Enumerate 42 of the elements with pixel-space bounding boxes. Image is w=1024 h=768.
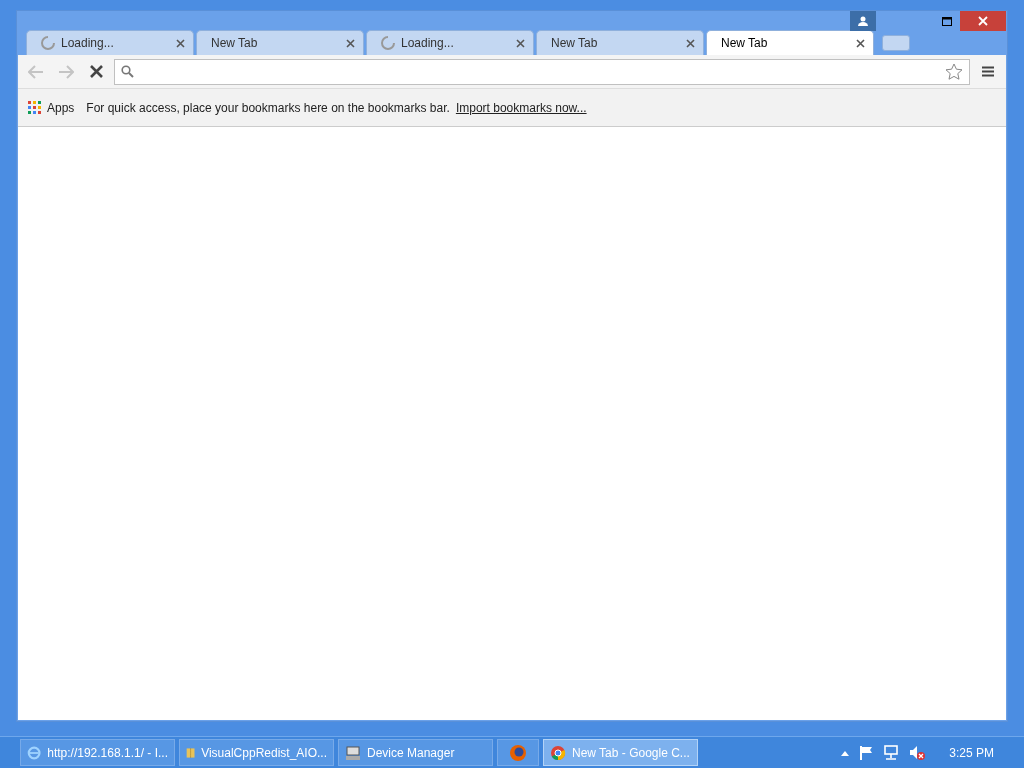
forward-arrow-icon — [58, 64, 74, 79]
tab-title: Loading... — [401, 36, 455, 50]
flag-icon[interactable] — [859, 745, 874, 760]
star-icon[interactable] — [945, 62, 963, 81]
person-icon — [858, 16, 868, 26]
close-icon[interactable] — [176, 38, 185, 48]
up-caret-icon[interactable] — [841, 749, 850, 756]
close-icon[interactable] — [856, 38, 865, 48]
clock-text[interactable]: 3:25 PM — [949, 745, 994, 760]
computer-icon — [345, 744, 361, 761]
back-arrow-icon — [28, 64, 44, 79]
bookmarks-hint-text: For quick access, place your bookmarks here on the bookmarks bar. — [86, 100, 450, 115]
loading-spinner-icon — [41, 36, 55, 50]
tab-title: New Tab — [721, 36, 769, 50]
browser-tab[interactable]: New Tab — [706, 30, 874, 55]
network-icon[interactable] — [883, 745, 900, 760]
browser-tab[interactable]: New Tab — [536, 30, 704, 55]
browser-tab[interactable]: Loading... — [366, 30, 534, 55]
menu-icon — [982, 66, 994, 77]
browser-tab[interactable]: New Tab — [196, 30, 364, 55]
close-icon[interactable] — [686, 38, 695, 48]
fox-globe-icon — [509, 743, 527, 762]
search-icon — [121, 65, 134, 78]
loading-spinner-icon — [381, 36, 395, 50]
close-icon[interactable] — [516, 38, 525, 48]
close-window-button[interactable] — [960, 11, 1006, 31]
browser-e-icon — [27, 744, 42, 761]
tab-title: Loading... — [61, 36, 115, 50]
stop-x-icon — [89, 65, 103, 78]
tab-title: New Tab — [211, 36, 259, 50]
close-icon — [978, 16, 988, 26]
tab-title: New Tab — [551, 36, 599, 50]
maximize-icon — [942, 16, 952, 26]
speaker-muted-icon[interactable] — [909, 745, 926, 760]
taskbar-button[interactable] — [497, 739, 539, 766]
profile-button[interactable] — [850, 11, 876, 31]
close-icon[interactable] — [346, 38, 355, 48]
apps-button[interactable]: Apps — [28, 100, 75, 115]
apps-grid-icon — [28, 101, 41, 114]
browser-tab[interactable]: Loading... — [26, 30, 194, 55]
chrome-icon — [550, 744, 566, 761]
import-bookmarks-link[interactable]: Import bookmarks now... — [455, 100, 587, 115]
